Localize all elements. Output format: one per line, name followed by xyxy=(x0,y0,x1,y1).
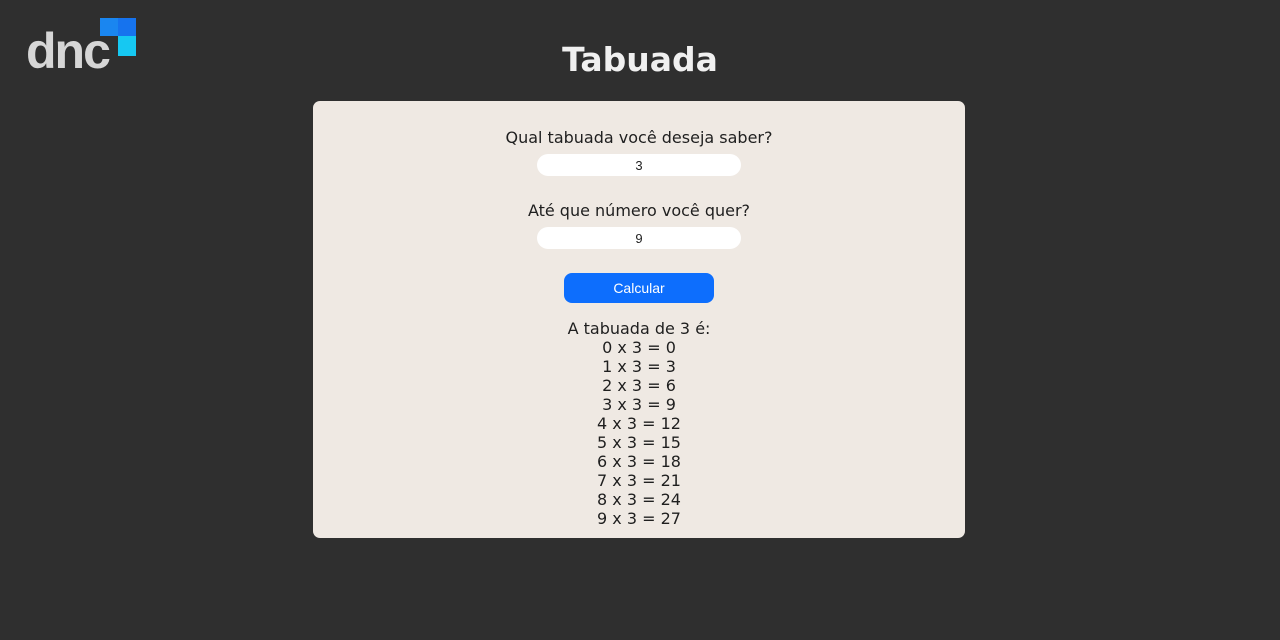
table-question-label: Qual tabuada você deseja saber? xyxy=(505,128,773,147)
result-heading: A tabuada de 3 é: xyxy=(567,319,711,338)
result-line: 2 x 3 = 6 xyxy=(602,376,676,395)
result-line: 7 x 3 = 21 xyxy=(597,471,681,490)
result-block: A tabuada de 3 é: 0 x 3 = 0 1 x 3 = 3 2 … xyxy=(313,319,965,528)
result-line: 1 x 3 = 3 xyxy=(602,357,676,376)
tabuada-card: Qual tabuada você deseja saber? Até que … xyxy=(313,101,965,538)
limit-question-label: Até que número você quer? xyxy=(527,201,751,220)
result-line: 3 x 3 = 9 xyxy=(602,395,676,414)
result-line: 6 x 3 = 18 xyxy=(597,452,681,471)
page-title: Tabuada xyxy=(562,40,718,79)
table-number-input[interactable] xyxy=(537,154,741,176)
result-line: 9 x 3 = 27 xyxy=(597,509,681,528)
limit-number-input[interactable] xyxy=(537,227,741,249)
result-line: 5 x 3 = 15 xyxy=(597,433,681,452)
result-line: 8 x 3 = 24 xyxy=(597,490,681,509)
page: dnc Tabuada Qual tabuada você deseja sab… xyxy=(0,0,1280,640)
result-line: 0 x 3 = 0 xyxy=(602,338,676,357)
result-line: 4 x 3 = 12 xyxy=(597,414,681,433)
calculate-button[interactable]: Calcular xyxy=(564,273,714,303)
